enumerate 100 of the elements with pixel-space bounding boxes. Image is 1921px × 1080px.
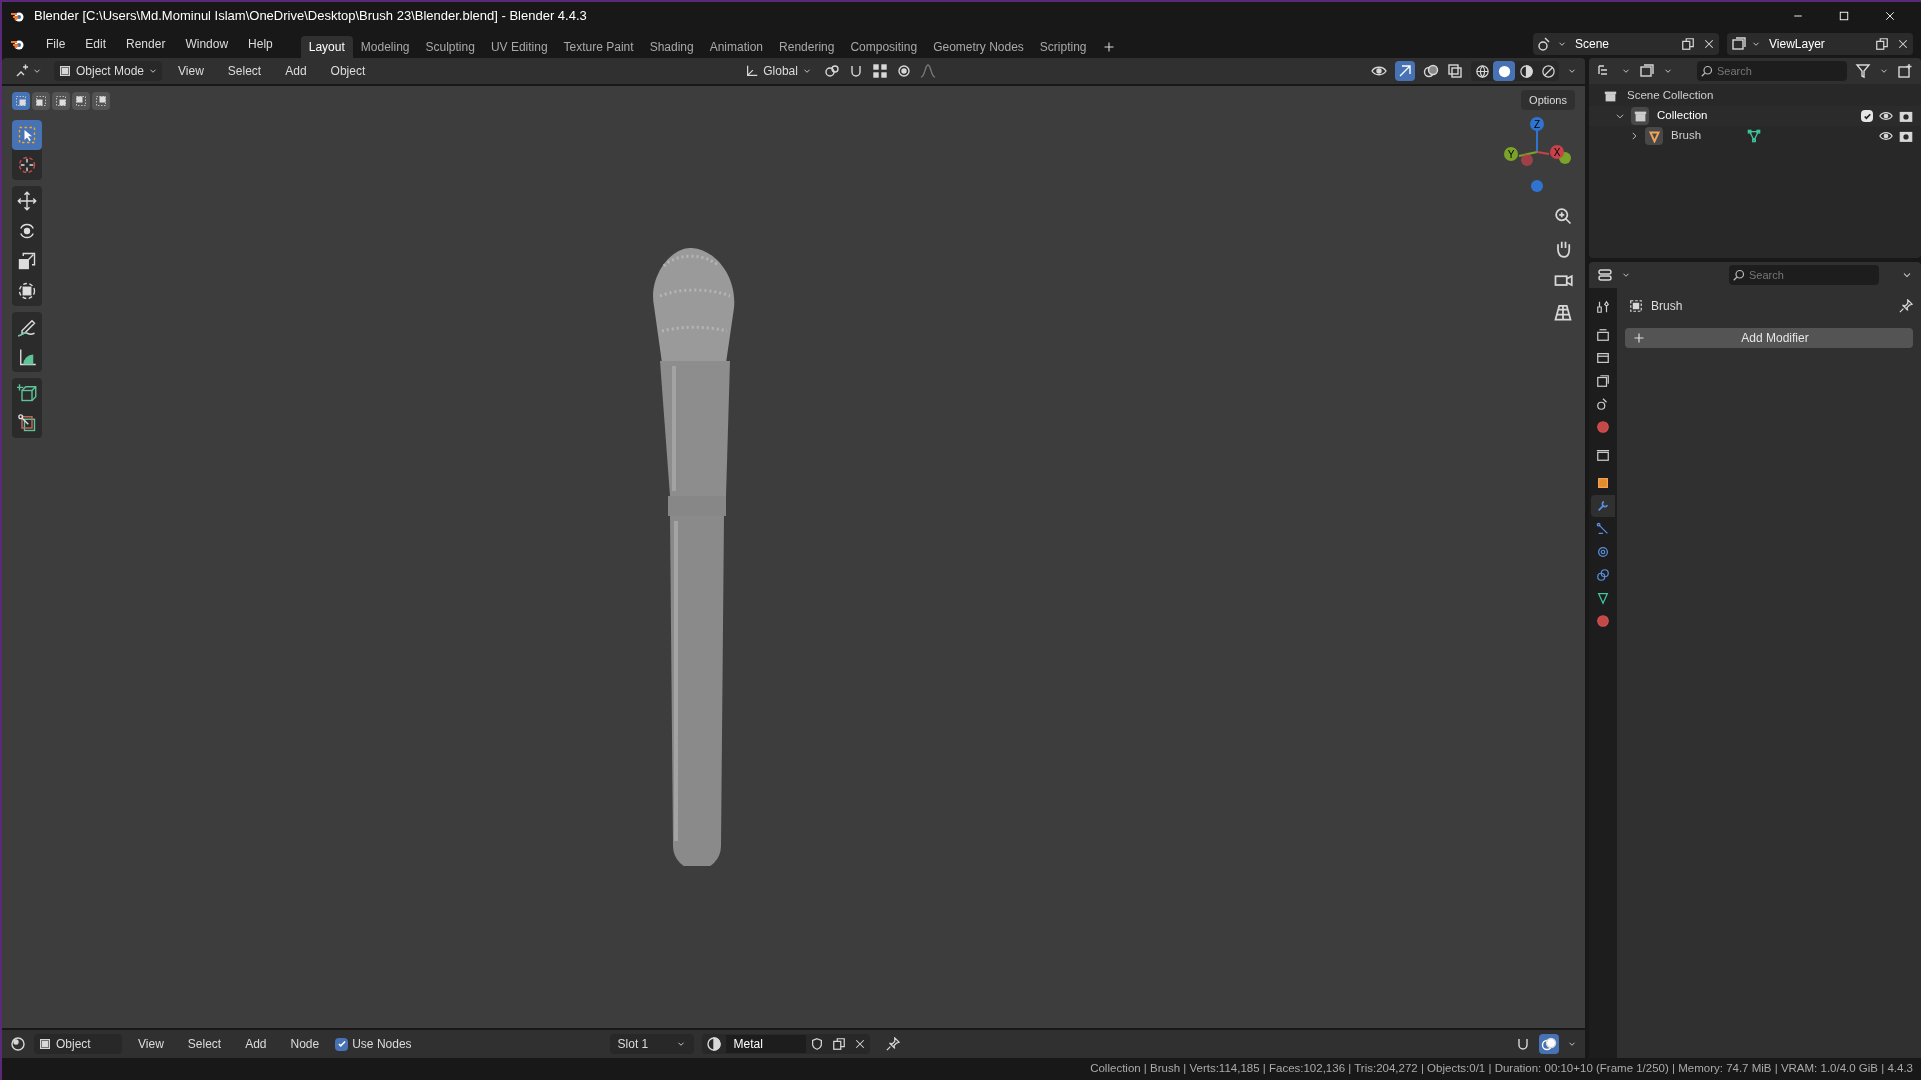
grid-icon[interactable] <box>1553 302 1573 322</box>
menu-item[interactable]: Object <box>322 62 374 80</box>
display-mode-icon[interactable] <box>1639 63 1655 79</box>
plus-icon <box>1633 332 1645 344</box>
selector-value: Scene <box>1574 36 1611 53</box>
menu-item[interactable]: Select <box>219 62 270 80</box>
grid-snap-icon[interactable] <box>871 63 888 79</box>
editor-type-icon[interactable] <box>1597 267 1613 283</box>
copy-icon[interactable] <box>1875 37 1889 51</box>
selection-mode-button[interactable] <box>32 92 50 110</box>
falloff-curve-icon[interactable] <box>919 63 936 79</box>
axes-icon <box>745 64 760 78</box>
selection-mode-button[interactable] <box>52 92 70 110</box>
material-name-field[interactable]: Metal <box>725 1035 806 1053</box>
proportional-edit-icon[interactable] <box>895 63 912 79</box>
mesh-data-icon[interactable] <box>1747 129 1762 143</box>
workspace-tab[interactable]: Scripting <box>1031 36 1095 58</box>
editor-type-icon[interactable] <box>10 1036 26 1052</box>
menu-item[interactable]: Node <box>282 1035 328 1053</box>
menu-item[interactable]: View <box>130 1035 172 1053</box>
transform-icon <box>17 281 37 301</box>
tree-item-label[interactable]: Brush <box>1671 127 1702 145</box>
pin-icon[interactable] <box>1899 299 1913 313</box>
menu-item[interactable]: Window <box>177 33 237 55</box>
move-arrows-icon <box>17 191 37 211</box>
menu-item[interactable]: File <box>38 33 74 55</box>
workspace-tab[interactable]: Modeling <box>352 36 418 58</box>
search-field[interactable]: Search <box>1749 266 1875 284</box>
eye-icon[interactable] <box>1879 109 1893 123</box>
copy-icon[interactable] <box>831 1037 846 1051</box>
select-mode-icon <box>35 95 47 107</box>
menu-item[interactable]: Add <box>277 62 315 80</box>
search-box[interactable]: Search <box>1729 265 1879 285</box>
scene-icon <box>1596 397 1610 411</box>
scissors-icon <box>17 413 37 433</box>
tool-button[interactable] <box>12 120 42 150</box>
pivot-icon[interactable] <box>823 63 840 79</box>
workspace-tab[interactable]: Shading <box>641 36 702 58</box>
filter-icon[interactable] <box>1855 63 1871 79</box>
use-nodes-checkbox[interactable]: Use Nodes <box>335 1035 412 1053</box>
axis-label: Y <box>1507 149 1515 160</box>
search-box[interactable]: Search <box>1697 61 1847 81</box>
shading-button[interactable] <box>1493 61 1515 81</box>
scale-icon <box>17 251 37 271</box>
search-icon <box>1733 269 1745 281</box>
collection-icon <box>1633 109 1647 123</box>
overlay-icon[interactable] <box>1541 1036 1557 1052</box>
mode-dropdown[interactable]: Object Mode <box>54 61 163 81</box>
viewport-background[interactable]: Options Z Y X <box>2 86 1585 1028</box>
camera-icon[interactable] <box>1899 109 1913 123</box>
options-button[interactable]: Options <box>1521 90 1575 110</box>
xray-icon[interactable] <box>1447 63 1463 79</box>
menu-item[interactable]: Render <box>118 33 174 55</box>
pin-icon[interactable] <box>885 1037 900 1051</box>
object-type-dropdown[interactable]: Object <box>34 1034 122 1054</box>
workspace-tab[interactable]: Rendering <box>771 36 843 58</box>
wrench-icon <box>1596 499 1610 513</box>
overlay-icon[interactable] <box>1423 63 1439 79</box>
menu-item[interactable]: Edit <box>77 33 115 55</box>
workspace-tab[interactable]: Compositing <box>842 36 926 58</box>
gizmo-toggle-icon[interactable] <box>1397 63 1413 79</box>
slot-dropdown[interactable]: Slot 1 <box>609 1034 694 1054</box>
workspace-tab[interactable]: Sculpting <box>417 36 483 58</box>
menu-item[interactable]: View <box>170 62 212 80</box>
navigation-gizmo-drawing[interactable]: Z Y X <box>1499 114 1575 194</box>
orbit-icon <box>1596 545 1610 559</box>
selection-mode-button[interactable] <box>12 92 30 110</box>
tree-item-label[interactable]: Scene Collection <box>1627 87 1714 105</box>
material-sphere-icon[interactable] <box>705 1036 722 1052</box>
maximize-icon <box>1838 10 1850 22</box>
workspace-tab[interactable]: Animation <box>701 36 772 58</box>
view-layer-selector[interactable]: ViewLayer <box>1727 33 1913 55</box>
workspace-tab[interactable]: Layout <box>300 36 353 58</box>
zoom-icon[interactable] <box>1553 206 1573 226</box>
selection-mode-button[interactable] <box>72 92 90 110</box>
exclude-checkbox[interactable] <box>1861 110 1873 122</box>
orientation-dropdown[interactable]: Global <box>741 62 816 80</box>
shield-icon[interactable] <box>809 1037 824 1051</box>
copy-icon[interactable] <box>1681 37 1695 51</box>
object-icon <box>58 64 72 78</box>
eye-icon[interactable] <box>1879 129 1893 143</box>
add-workspace-icon[interactable] <box>1102 41 1115 53</box>
close-icon[interactable] <box>853 1038 866 1050</box>
menu-item[interactable]: Add <box>237 1035 275 1053</box>
menu-item[interactable]: Help <box>240 33 281 55</box>
close-icon[interactable] <box>1703 38 1715 50</box>
select-mode-icon <box>75 95 87 107</box>
menu-item[interactable]: Select <box>179 1035 230 1053</box>
object-name: Brush <box>1651 298 1683 315</box>
add-modifier-button[interactable]: Add Modifier <box>1625 328 1913 348</box>
scene-selector[interactable]: Scene <box>1533 33 1719 55</box>
camera-icon[interactable] <box>1899 129 1913 143</box>
workspace-tab[interactable]: UV Editing <box>482 36 556 58</box>
new-collection-icon[interactable] <box>1897 63 1913 79</box>
close-icon[interactable] <box>1897 38 1909 50</box>
selection-mode-button[interactable] <box>92 92 110 110</box>
magnet-icon[interactable] <box>1515 1036 1531 1052</box>
tree-item-label[interactable]: Collection <box>1657 107 1708 125</box>
workspace-tab[interactable]: Geometry Nodes <box>925 36 1032 58</box>
workspace-tab[interactable]: Texture Paint <box>555 36 642 58</box>
